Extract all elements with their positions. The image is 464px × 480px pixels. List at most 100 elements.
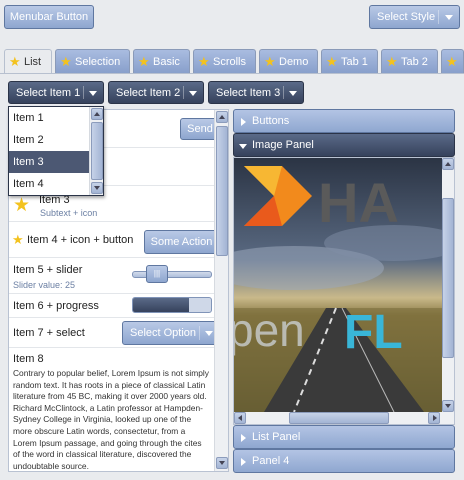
menu-item-4[interactable]: Item 4 xyxy=(9,173,89,195)
select-option-label: Select Option xyxy=(130,327,197,339)
chevron-down-icon xyxy=(189,90,197,96)
list-scrollbar[interactable] xyxy=(214,110,228,471)
menubar-button[interactable]: Menubar Button xyxy=(4,5,94,29)
list-item-label: Item 4 + icon + button xyxy=(27,234,134,246)
tab-label: Demo xyxy=(279,55,309,68)
scroll-left-button[interactable] xyxy=(234,412,246,424)
divider xyxy=(83,86,84,99)
down-arrow-icon xyxy=(219,461,225,465)
slider-track[interactable] xyxy=(132,271,212,278)
menu-item-3[interactable]: Item 3 xyxy=(9,151,89,173)
select-style-label: Select Style xyxy=(377,11,436,23)
scroll-thumb[interactable] xyxy=(91,122,103,180)
list-item-label: Item 7 + select xyxy=(13,327,85,339)
list-item-label: Item 6 + progress xyxy=(13,300,99,312)
chevron-down-icon xyxy=(205,331,213,336)
scroll-down-button[interactable] xyxy=(442,400,454,412)
image-panel: HA pen FL xyxy=(233,157,455,425)
tab-bar-divider xyxy=(0,73,464,74)
accordion-label: Panel 4 xyxy=(252,455,290,467)
menu-item-2[interactable]: Item 2 xyxy=(9,129,89,151)
some-action-button[interactable]: Some Action xyxy=(144,230,219,254)
accordion-label: List Panel xyxy=(252,431,301,443)
divider xyxy=(283,86,284,99)
scroll-right-button[interactable] xyxy=(428,412,440,424)
star-icon: ★ xyxy=(138,53,150,69)
accordion-list-panel[interactable]: List Panel xyxy=(233,425,455,449)
select-item-2[interactable]: Select Item 2 xyxy=(108,81,204,104)
scroll-down-button[interactable] xyxy=(216,457,228,469)
scroll-down-button[interactable] xyxy=(91,182,103,194)
progress-fill xyxy=(133,298,190,312)
divider xyxy=(438,10,439,24)
chevron-right-icon xyxy=(241,118,246,126)
star-icon: ★ xyxy=(446,53,458,69)
select-item-3[interactable]: Select Item 3 xyxy=(208,81,304,104)
tab-overflow[interactable]: ★ xyxy=(441,49,464,73)
accordion-buttons[interactable]: Buttons xyxy=(233,109,455,133)
star-icon: ★ xyxy=(13,195,31,216)
openfl-road-image: HA pen FL xyxy=(234,158,442,412)
scroll-up-button[interactable] xyxy=(216,111,228,123)
tab-label: List xyxy=(24,56,42,68)
select-item-1[interactable]: Select Item 1 xyxy=(8,81,104,104)
down-arrow-icon xyxy=(445,404,451,408)
up-arrow-icon xyxy=(445,162,451,166)
menu-item-1[interactable]: Item 1 xyxy=(9,107,89,129)
divider xyxy=(183,86,184,99)
image-scrollbar-horizontal[interactable] xyxy=(234,412,454,424)
lorem-text: Contrary to popular belief, Lorem Ipsum … xyxy=(13,368,209,471)
tab-label: Tab 2 xyxy=(401,55,428,68)
chevron-right-icon xyxy=(241,434,246,442)
left-arrow-icon xyxy=(238,415,242,421)
pen-text: pen xyxy=(234,304,305,356)
scroll-thumb[interactable] xyxy=(216,126,228,256)
tab-basic[interactable]: ★ Basic xyxy=(133,49,190,73)
chevron-down-icon xyxy=(89,90,97,96)
star-icon: ★ xyxy=(9,54,21,69)
chevron-right-icon xyxy=(241,458,246,466)
up-arrow-icon xyxy=(219,115,225,119)
slider-thumb[interactable]: ||| xyxy=(146,265,168,283)
select-item-2-label: Select Item 2 xyxy=(116,86,181,99)
tab-demo[interactable]: ★ Demo xyxy=(259,49,318,73)
tab-label: Scrolls xyxy=(213,55,247,68)
accordion-panel-4[interactable]: Panel 4 xyxy=(233,449,455,473)
chevron-down-icon xyxy=(289,90,297,96)
tab-tab1[interactable]: ★ Tab 1 xyxy=(321,49,378,73)
select-item-3-label: Select Item 3 xyxy=(216,86,281,99)
tab-list[interactable]: ★ List xyxy=(4,49,52,74)
tab-label: Tab 1 xyxy=(341,55,368,68)
menu-scrollbar[interactable] xyxy=(89,107,103,195)
star-icon: ★ xyxy=(264,53,276,69)
down-arrow-icon xyxy=(94,186,100,190)
list-item-label: Item 8 xyxy=(13,353,44,365)
chevron-down-icon xyxy=(445,15,453,20)
list-item-label: Item 5 + slider xyxy=(13,264,83,276)
tab-selection[interactable]: ★ Selection xyxy=(55,49,130,73)
up-arrow-icon xyxy=(94,112,100,116)
scroll-thumb[interactable] xyxy=(442,198,454,358)
progress-bar xyxy=(132,297,212,313)
subtext: Subtext + icon xyxy=(40,208,98,218)
scroll-thumb[interactable] xyxy=(289,412,389,424)
select-option-dropdown[interactable]: Select Option xyxy=(122,321,220,345)
accordion-label: Image Panel xyxy=(252,139,314,151)
accordion-label: Buttons xyxy=(252,115,290,127)
star-icon: ★ xyxy=(60,53,72,69)
star-icon: ★ xyxy=(198,53,210,69)
fl-text: FL xyxy=(344,306,403,359)
select-style-dropdown[interactable]: Select Style xyxy=(369,5,460,29)
brand-text: HA xyxy=(318,171,399,234)
slider-value-text: Slider value: 25 xyxy=(13,280,76,290)
scroll-up-button[interactable] xyxy=(91,108,103,120)
star-icon: ★ xyxy=(12,232,24,247)
accordion-image-panel[interactable]: Image Panel xyxy=(233,133,455,157)
tab-tab2[interactable]: ★ Tab 2 xyxy=(381,49,438,73)
tab-label: Selection xyxy=(75,55,121,68)
divider xyxy=(199,326,200,340)
scroll-up-button[interactable] xyxy=(442,158,454,170)
tab-label: Basic xyxy=(153,55,180,68)
image-scrollbar-vertical[interactable] xyxy=(442,158,454,412)
tab-scrolls[interactable]: ★ Scrolls xyxy=(193,49,256,73)
